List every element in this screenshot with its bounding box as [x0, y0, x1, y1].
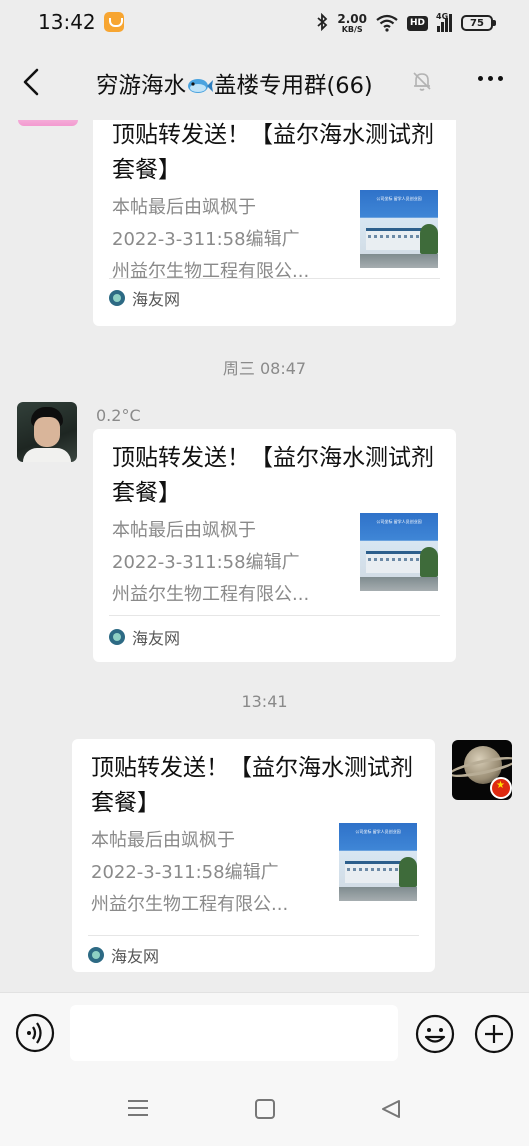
card-source: 海友网: [88, 943, 159, 967]
card-thumbnail: 公司坐标 留学人员创业园: [360, 190, 438, 268]
battery-icon: 75: [461, 15, 496, 31]
signal-type: 4G: [436, 12, 449, 21]
status-icons: 2.00 KB/S HD 4G 75: [316, 10, 496, 36]
message-list[interactable]: 顶贴转发送！【益尔海水测试剂套餐】 本帖最后由飒枫于 2022-3-311:58…: [0, 120, 529, 992]
source-app-icon: [109, 290, 125, 306]
message-input[interactable]: [70, 1005, 398, 1061]
source-label: 海友网: [111, 947, 160, 966]
home-icon[interactable]: [255, 1099, 275, 1119]
network-speed-unit: KB/S: [341, 24, 363, 34]
card-description: 本帖最后由飒枫于 2022-3-311:58编辑广 州益尔生物工程有限公...: [112, 197, 310, 282]
app-notification-icon: [104, 12, 124, 32]
card-source: 海友网: [109, 625, 180, 649]
back-icon: [23, 68, 39, 96]
card-divider: [109, 615, 440, 616]
link-card[interactable]: 顶贴转发送！【益尔海水测试剂套餐】 本帖最后由飒枫于 2022-3-311:58…: [93, 120, 456, 326]
card-title: 顶贴转发送！【益尔海水测试剂套餐】: [112, 445, 434, 506]
network-speed: 2.00 KB/S: [337, 13, 367, 34]
source-label: 海友网: [132, 290, 181, 309]
card-title: 顶贴转发送！【益尔海水测试剂套餐】: [112, 122, 434, 183]
back-triangle-icon[interactable]: [380, 1098, 402, 1120]
timestamp: 13:41: [241, 692, 288, 711]
bluetooth-icon: [316, 12, 328, 34]
card-thumbnail: 公司坐标 留学人员创业园: [360, 513, 438, 591]
card-divider: [109, 278, 440, 279]
card-title: 顶贴转发送！【益尔海水测试剂套餐】: [91, 755, 413, 816]
input-bar: [0, 992, 529, 1072]
sender-nickname: 0.2°C: [96, 406, 141, 425]
emoji-icon[interactable]: [414, 1013, 456, 1055]
menu-icon[interactable]: [127, 1098, 149, 1118]
card-source: 海友网: [109, 286, 180, 310]
source-label: 海友网: [132, 629, 181, 648]
card-divider: [88, 935, 419, 936]
back-button[interactable]: [16, 64, 46, 100]
chat-header: 穷游海水 盖楼专用群(66): [0, 46, 529, 120]
more-icon: [478, 76, 483, 81]
chat-title-part2: 盖楼专用群(66): [214, 73, 373, 99]
card-description: 本帖最后由飒枫于 2022-3-311:58编辑广 州益尔生物工程有限公...: [91, 830, 289, 915]
avatar[interactable]: [17, 402, 77, 462]
hd-badge: HD: [406, 15, 428, 31]
voice-icon[interactable]: [15, 1013, 55, 1053]
wifi-icon: [376, 14, 398, 32]
mute-bell-icon: [413, 72, 431, 91]
chat-title[interactable]: 穷游海水 盖楼专用群(66): [96, 68, 416, 100]
link-card[interactable]: 顶贴转发送！【益尔海水测试剂套餐】 本帖最后由飒枫于 2022-3-311:58…: [93, 429, 456, 662]
status-bar: 13:42 2.00 KB/S HD 4G 75: [0, 0, 529, 46]
card-description: 本帖最后由飒枫于 2022-3-311:58编辑广 州益尔生物工程有限公...: [112, 520, 310, 605]
link-card[interactable]: 顶贴转发送！【益尔海水测试剂套餐】 本帖最后由飒枫于 2022-3-311:58…: [72, 739, 435, 972]
cellular-signal-icon: 4G: [436, 12, 452, 32]
more-button[interactable]: [478, 76, 503, 81]
timestamp: 周三 08:47: [222, 359, 307, 378]
network-speed-value: 2.00: [337, 11, 367, 26]
source-app-icon: [88, 947, 104, 963]
chat-title-part1: 穷游海水: [96, 73, 187, 99]
status-time: 13:42: [38, 10, 96, 34]
avatar[interactable]: [18, 120, 78, 126]
card-thumbnail: 公司坐标 留学人员创业园: [339, 823, 417, 901]
source-app-icon: [109, 629, 125, 645]
fish-icon: [188, 79, 214, 93]
plus-icon[interactable]: [473, 1013, 515, 1055]
system-nav-bar: [0, 1072, 529, 1146]
flag-badge: [490, 777, 512, 799]
